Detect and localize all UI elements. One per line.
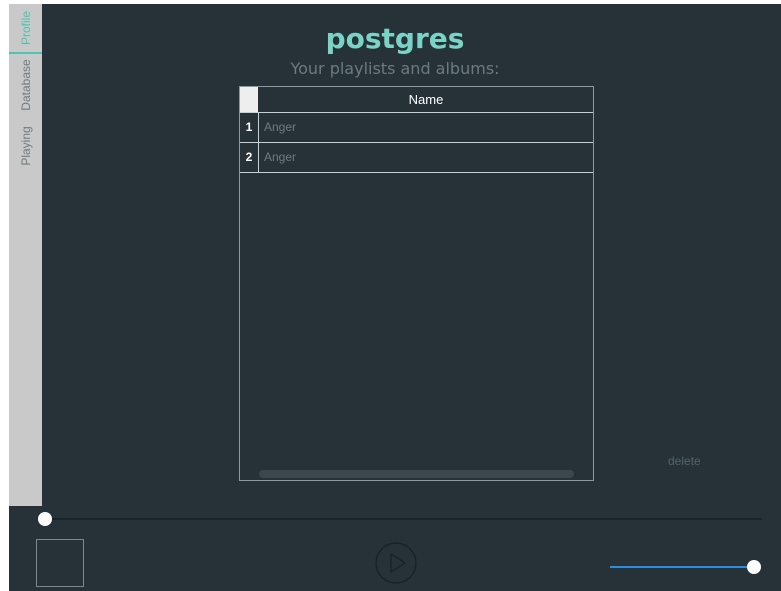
table-header: Name: [240, 87, 593, 113]
row-name-cell[interactable]: Anger: [264, 143, 296, 172]
horizontal-scrollbar[interactable]: [259, 470, 574, 478]
play-button[interactable]: [374, 541, 418, 585]
album-art-placeholder: [36, 539, 84, 587]
row-number: 1: [240, 113, 259, 142]
table-row[interactable]: 2 Anger: [240, 143, 593, 173]
playlists-table: Name 1 Anger 2 Anger: [239, 86, 594, 481]
play-icon: [375, 542, 417, 584]
tab-playing[interactable]: Playing: [9, 116, 42, 176]
app-window: Profile Database Playing postgres Your p…: [9, 4, 781, 591]
volume-handle[interactable]: [747, 560, 761, 574]
table-corner: [240, 87, 258, 112]
seek-handle[interactable]: [38, 512, 52, 526]
vertical-tab-bar: Profile Database Playing: [9, 4, 42, 506]
seek-bar[interactable]: [48, 518, 762, 520]
row-name-cell[interactable]: Anger: [264, 113, 296, 142]
volume-slider[interactable]: [610, 566, 754, 568]
page-subtitle: Your playlists and albums:: [290, 59, 500, 78]
delete-button[interactable]: delete: [668, 454, 701, 468]
table-row[interactable]: 1 Anger: [240, 113, 593, 143]
column-header-name[interactable]: Name: [259, 87, 593, 112]
row-number: 2: [240, 143, 259, 172]
tab-playing-label: Playing: [18, 126, 33, 166]
page-title: postgres: [325, 22, 465, 55]
